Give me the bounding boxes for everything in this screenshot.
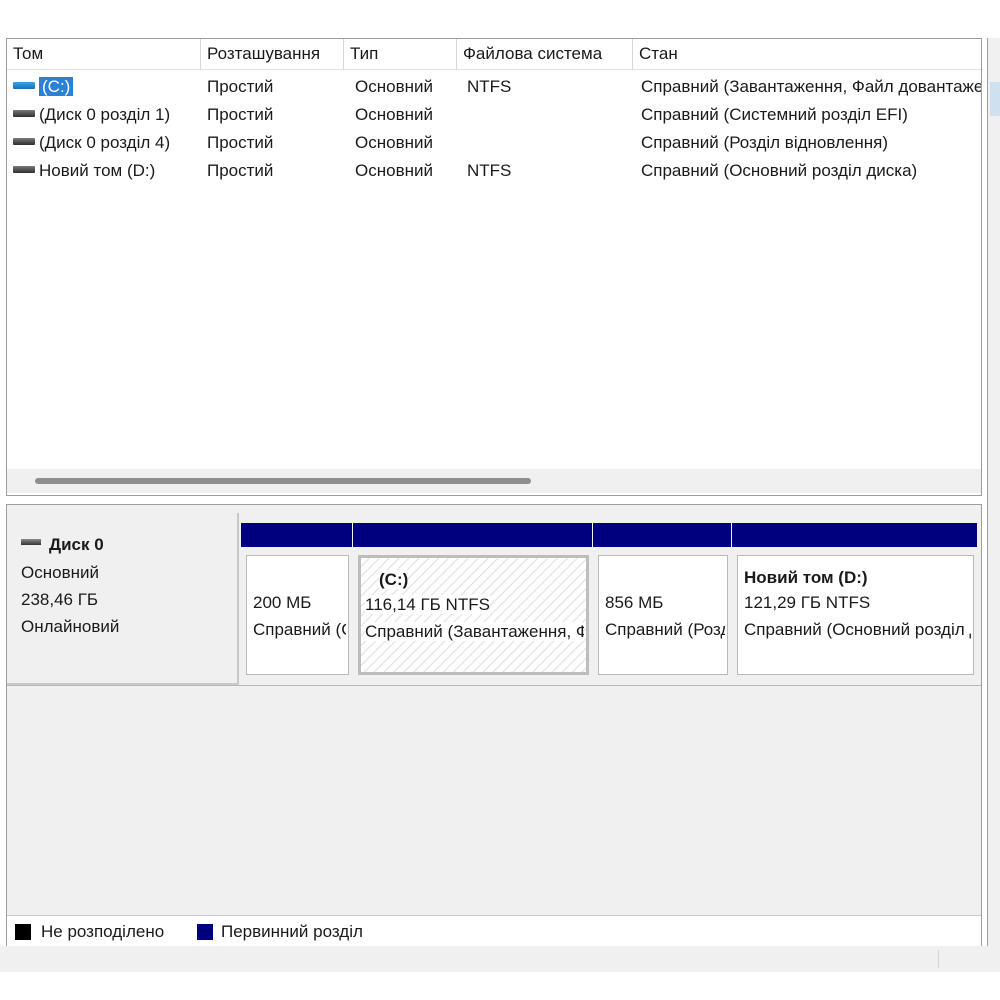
column-header-volume[interactable]: Том [7, 39, 201, 69]
volume-row[interactable]: (Диск 0 розділ 4) Простий Основний Справ… [7, 129, 981, 157]
partition-recovery[interactable]: 856 МБ Справний (Розділ відновлення) [593, 523, 731, 683]
volume-name-cell: Новий том (D:) [13, 157, 201, 185]
volume-type: Основний [355, 161, 433, 180]
partition-size: 856 МБ [605, 593, 664, 612]
disk-info-panel[interactable]: Диск 0 Основний 238,46 ГБ Онлайновий [7, 513, 239, 685]
partition-efi[interactable]: 200 МБ Справний (Системний розділ EFI) [241, 523, 352, 683]
column-header-type[interactable]: Тип [344, 39, 457, 69]
disk-icon [21, 538, 41, 545]
partition-status-text: Справний (Завантаження, Файл довантаженн… [365, 622, 584, 641]
volume-layout: Простий [207, 105, 274, 124]
volume-layout: Простий [207, 161, 274, 180]
volume-status: Справний (Основний розділ диска) [641, 161, 918, 180]
scrollbar-thumb[interactable] [35, 478, 531, 484]
partition-body[interactable]: Новий том (D:) 121,29 ГБ NTFS Справний (… [737, 555, 974, 675]
partition-type-bar [732, 523, 977, 547]
partition-type-bar [593, 523, 731, 547]
volume-list[interactable]: Том Розташування Тип Файлова система Ста… [6, 38, 982, 496]
volume-layout: Простий [207, 133, 274, 152]
partition-size: 200 МБ [253, 593, 312, 612]
volume-name-cell: (Диск 0 розділ 1) [13, 101, 201, 129]
disk-row-divider [7, 685, 981, 686]
drive-icon [13, 110, 35, 118]
volume-filesystem [467, 101, 627, 129]
status-bar [0, 946, 1000, 972]
volume-type: Основний [355, 133, 433, 152]
volume-name: (C:) [39, 77, 74, 96]
disk-name: Диск 0 [49, 535, 104, 554]
volume-list-header: Том Розташування Тип Файлова система Ста… [7, 39, 981, 70]
primary-partition-swatch [197, 924, 213, 940]
disk-state: Онлайновий [21, 617, 120, 636]
partition-label: (C:) [379, 570, 584, 590]
volume-name-cell: (Диск 0 розділ 4) [13, 129, 201, 157]
partition-label-text: (C:) [379, 570, 409, 589]
partition-status: Справний (Системний розділ EFI) [253, 620, 346, 639]
action-pane-highlight [990, 82, 1000, 116]
partition-status: Справний (Основний розділ диска) [744, 620, 971, 639]
volume-name: (Диск 0 розділ 4) [39, 133, 171, 152]
volume-name: (Диск 0 розділ 1) [39, 105, 171, 124]
volume-status: Справний (Завантаження, Файл довантаженн… [641, 77, 981, 96]
disk-map-pane: Диск 0 Основний 238,46 ГБ Онлайновий 200… [6, 504, 982, 948]
volume-row[interactable]: Новий том (D:) Простий Основний NTFS Спр… [7, 157, 981, 185]
volume-filesystem [467, 129, 627, 157]
unallocated-swatch [15, 924, 31, 940]
partition-size-text: 116,14 ГБ NTFS [365, 595, 490, 614]
legend-primary: Первинний розділ [221, 922, 363, 941]
volume-status: Справний (Системний розділ EFI) [641, 105, 908, 124]
horizontal-scrollbar[interactable] [7, 469, 981, 493]
partition-d[interactable]: Новий том (D:) 121,29 ГБ NTFS Справний (… [732, 523, 977, 683]
partition-strip: 200 МБ Справний (Системний розділ EFI) (… [241, 523, 977, 683]
volume-filesystem: NTFS [467, 161, 512, 180]
partition-c[interactable]: (C:) 116,14 ГБ NTFS Справний (Завантажен… [353, 523, 592, 683]
status-bar-separator [938, 950, 939, 968]
volume-status: Справний (Розділ відновлення) [641, 133, 889, 152]
column-header-status[interactable]: Стан [633, 39, 981, 69]
drive-icon [13, 82, 35, 90]
legend: Не розподілено Первинний розділ [7, 915, 981, 947]
drive-icon [13, 166, 35, 174]
partition-type-bar [353, 523, 592, 547]
partition-label: Новий том (D:) [744, 568, 868, 587]
partition-type-bar [241, 523, 352, 547]
disk-type: Основний [21, 563, 99, 582]
partition-body[interactable]: 856 МБ Справний (Розділ відновлення) [598, 555, 728, 675]
partition-status: Справний (Розділ відновлення) [605, 620, 725, 639]
partition-body[interactable]: 200 МБ Справний (Системний розділ EFI) [246, 555, 349, 675]
legend-unallocated: Не розподілено [41, 922, 165, 941]
volume-layout: Простий [207, 77, 274, 96]
volume-name: Новий том (D:) [39, 161, 156, 180]
partition-status: Справний (Завантаження, Файл довантаженн… [365, 622, 584, 642]
partition-body[interactable]: (C:) 116,14 ГБ NTFS Справний (Завантажен… [358, 555, 589, 675]
column-header-layout[interactable]: Розташування [201, 39, 344, 69]
volume-name-cell: (C:) [13, 73, 201, 101]
disk-size: 238,46 ГБ [21, 590, 99, 609]
volume-type: Основний [355, 105, 433, 124]
column-header-filesystem[interactable]: Файлова система [457, 39, 633, 69]
disk-management-window: Том Розташування Тип Файлова система Ста… [0, 0, 1000, 1000]
disk-title: Диск 0 [21, 535, 104, 555]
partition-size: 121,29 ГБ NTFS [744, 593, 871, 612]
action-pane-edge [987, 38, 1000, 946]
volume-row[interactable]: (C:) Простий Основний NTFS Справний (Зав… [7, 73, 981, 101]
volume-filesystem: NTFS [467, 77, 512, 96]
drive-icon [13, 138, 35, 146]
partition-size: 116,14 ГБ NTFS [365, 595, 584, 615]
volume-row[interactable]: (Диск 0 розділ 1) Простий Основний Справ… [7, 101, 981, 129]
volume-type: Основний [355, 77, 433, 96]
